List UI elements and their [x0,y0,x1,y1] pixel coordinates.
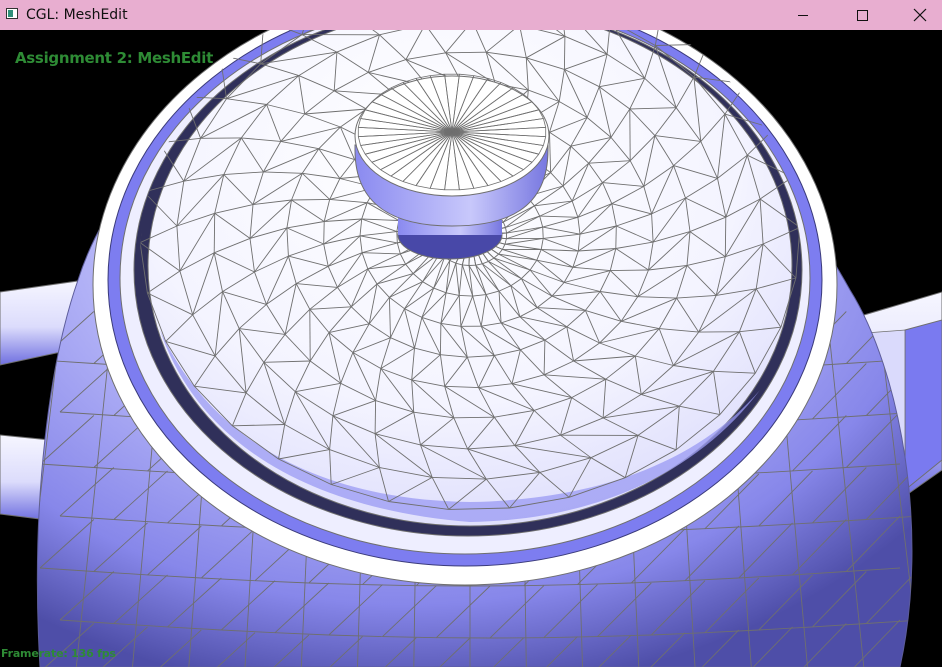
application-window: CGL: MeshEdit Assignment 2: MeshEdit Fra… [0,0,942,667]
teapot-mesh[interactable] [0,30,942,667]
minimize-button[interactable] [780,0,826,30]
framerate-readout: Framerate: 136 fps [1,647,116,660]
minimize-icon [798,15,808,16]
cgl-app-icon [6,8,18,19]
close-icon [913,8,927,22]
assignment-title-overlay: Assignment 2: MeshEdit [15,49,213,67]
close-button[interactable] [897,0,942,30]
maximize-button[interactable] [839,0,885,30]
render-viewport[interactable]: Assignment 2: MeshEdit Framerate: 136 fp… [0,30,942,667]
title-bar[interactable]: CGL: MeshEdit [0,0,942,30]
maximize-icon [856,9,868,21]
window-title: CGL: MeshEdit [26,7,128,23]
